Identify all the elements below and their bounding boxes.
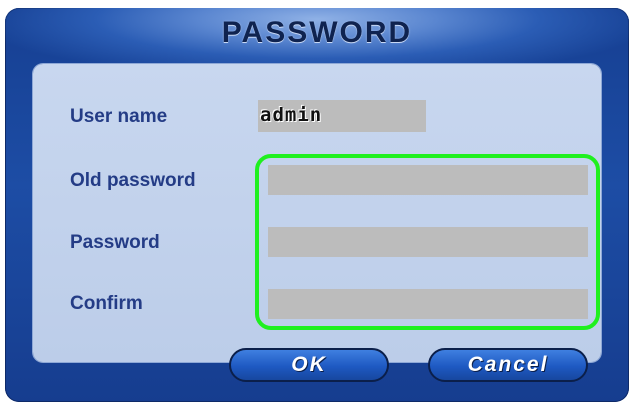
user-name-label: User name xyxy=(70,106,168,127)
old-password-label: Old password xyxy=(70,170,196,191)
cancel-button[interactable]: Cancel xyxy=(428,348,588,382)
password-fields-highlight xyxy=(255,154,600,330)
user-name-value: admin xyxy=(260,104,323,126)
password-label: Password xyxy=(70,232,160,253)
confirm-label: Confirm xyxy=(70,293,143,314)
ok-button[interactable]: OK xyxy=(229,348,389,382)
dialog-title: PASSWORD xyxy=(221,16,413,49)
